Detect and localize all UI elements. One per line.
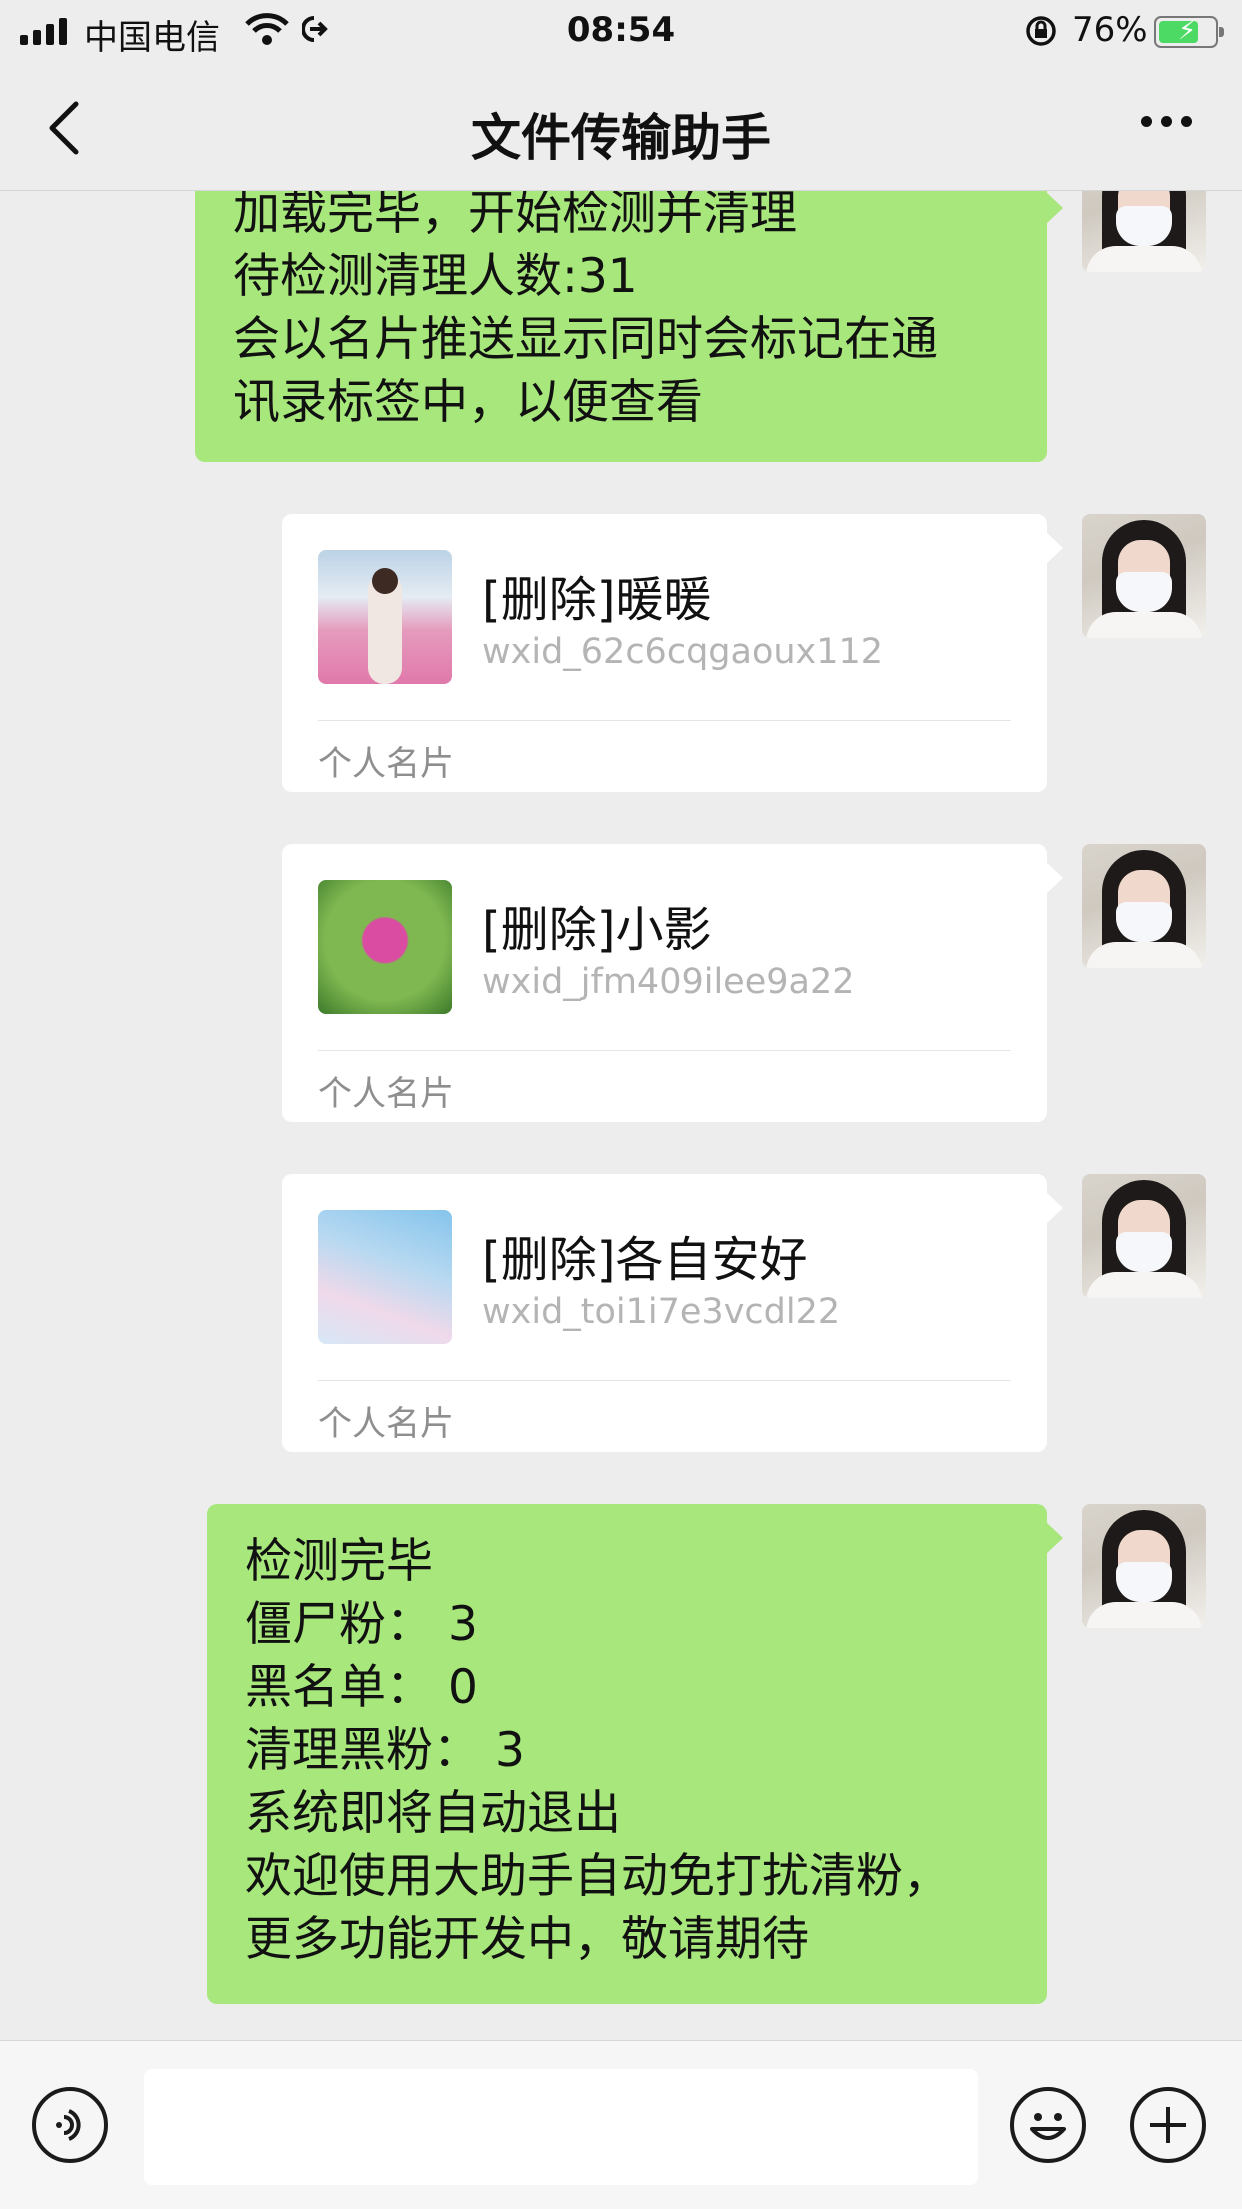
message-line: 欢迎使用大助手自动免打扰清粉， <box>245 1849 950 1904</box>
message-bubble[interactable]: 检测完毕 僵尸粉： 3 黑名单： 0 清理黑粉： 3 系统即将自动退出 欢迎使用… <box>207 1504 1063 2004</box>
bubble-tail <box>1046 862 1063 894</box>
more-button[interactable] <box>1141 116 1192 127</box>
avatar[interactable] <box>1082 844 1206 968</box>
bubble-tail <box>1046 532 1063 564</box>
message-line: 待检测清理人数:31 <box>233 249 638 304</box>
contact-photo <box>318 880 452 1014</box>
message-line: 会以名片推送显示同时会标记在通 <box>233 312 938 367</box>
battery-percent: 76% <box>1072 10 1148 50</box>
contact-card-wxid: wxid_jfm409ilee9a22 <box>482 962 855 1002</box>
status-bar: 中国电信 08:54 76% ⚡ <box>0 0 1242 62</box>
chat-title: 文件传输助手 <box>471 109 771 167</box>
nav-bar: 文件传输助手 <box>0 70 1242 190</box>
message-line: 清理黑粉： 3 <box>245 1723 525 1778</box>
emoji-icon <box>1030 2113 1066 2140</box>
voice-button[interactable] <box>32 2087 108 2163</box>
contact-card-name: [删除]小影 <box>482 902 712 958</box>
contact-card-name: [删除]暖暖 <box>482 572 712 628</box>
message-line: 检测完毕 <box>245 1534 433 1589</box>
contact-card-wxid: wxid_toi1i7e3vcdl22 <box>482 1292 841 1332</box>
avatar[interactable] <box>1082 1504 1206 1628</box>
bubble-tail <box>1046 192 1063 224</box>
contact-card[interactable]: [删除]暖暖 wxid_62c6cqgaoux112 个人名片 <box>282 514 1063 792</box>
divider <box>318 1050 1011 1051</box>
divider <box>318 1380 1011 1381</box>
message-line: 更多功能开发中，敬请期待 <box>245 1912 809 1967</box>
battery-icon: ⚡ <box>1154 16 1224 48</box>
message-line: 加载完毕，开始检测并清理 <box>233 186 797 241</box>
contact-card[interactable]: [删除]小影 wxid_jfm409ilee9a22 个人名片 <box>282 844 1063 1122</box>
message-input[interactable] <box>144 2069 978 2185</box>
contact-card-wxid: wxid_62c6cqgaoux112 <box>482 632 884 672</box>
plus-button[interactable] <box>1130 2087 1206 2163</box>
top-bar: 中国电信 08:54 76% ⚡ 文件传输助手 <box>0 0 1242 191</box>
plus-icon <box>1150 2107 1186 2143</box>
contact-photo <box>318 1210 452 1344</box>
contact-card-type: 个人名片 <box>318 1074 454 1114</box>
bubble-tail <box>1046 1522 1063 1554</box>
avatar[interactable] <box>1082 1174 1206 1298</box>
message-line: 僵尸粉： 3 <box>245 1597 478 1652</box>
voice-icon <box>56 2109 81 2141</box>
message-line: 讯录标签中，以便查看 <box>233 375 703 430</box>
bubble-tail <box>1046 1192 1063 1224</box>
contact-card-name: [删除]各自安好 <box>482 1232 808 1288</box>
rotation-lock-icon <box>1022 14 1060 57</box>
contact-card-type: 个人名片 <box>318 1404 454 1444</box>
divider <box>318 720 1011 721</box>
contact-card-type: 个人名片 <box>318 744 454 784</box>
message-line: 系统即将自动退出 <box>245 1786 621 1841</box>
message-bubble[interactable]: 加载完毕，开始检测并清理 待检测清理人数:31 会以名片推送显示同时会标记在通 … <box>195 164 1063 462</box>
chat-area[interactable]: 加载完毕，开始检测并清理 待检测清理人数:31 会以名片推送显示同时会标记在通 … <box>0 0 1242 2040</box>
input-bar <box>0 2040 1242 2209</box>
contact-card[interactable]: [删除]各自安好 wxid_toi1i7e3vcdl22 个人名片 <box>282 1174 1063 1452</box>
message-line: 黑名单： 0 <box>245 1660 478 1715</box>
emoji-button[interactable] <box>1010 2087 1086 2163</box>
more-icon <box>1141 116 1152 127</box>
avatar[interactable] <box>1082 514 1206 638</box>
contact-photo <box>318 550 452 684</box>
